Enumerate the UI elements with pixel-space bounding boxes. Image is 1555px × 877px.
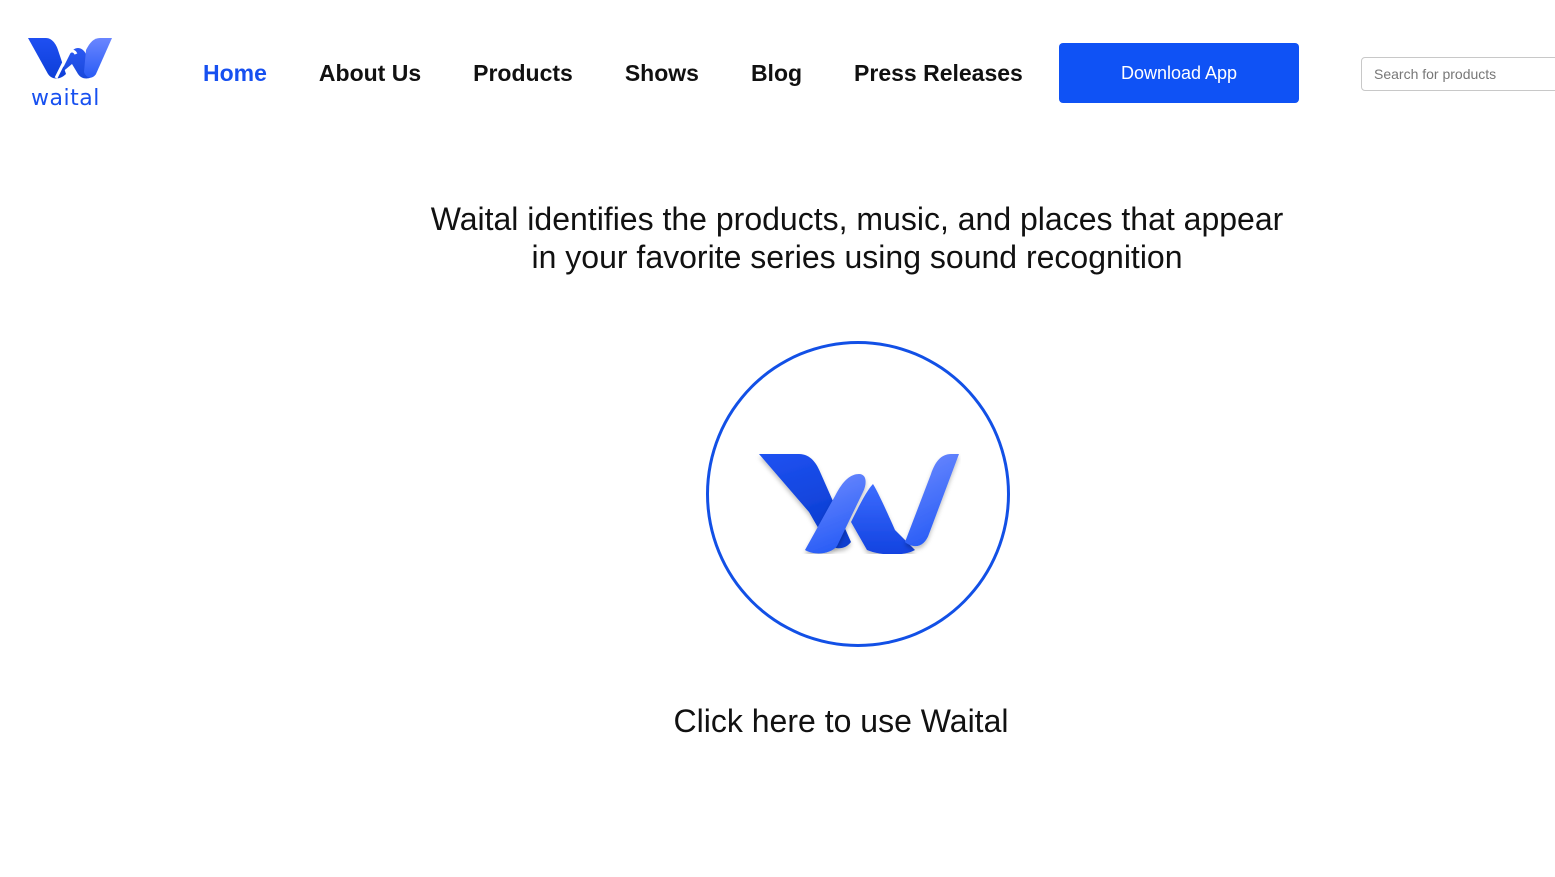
use-waital-link[interactable]: Click here to use Waital — [600, 703, 1082, 740]
nav-item-shows[interactable]: Shows — [625, 60, 699, 87]
main-nav: Home About Us Products Shows Blog Press … — [203, 57, 1075, 89]
nav-item-products[interactable]: Products — [473, 60, 573, 87]
listen-button[interactable] — [706, 341, 1010, 647]
brand-logo[interactable]: waital — [26, 36, 116, 116]
search-input[interactable] — [1361, 57, 1555, 91]
hero-tagline-line1: Waital identifies the products, music, a… — [430, 201, 1284, 237]
nav-item-blog[interactable]: Blog — [751, 60, 802, 87]
nav-item-press-releases[interactable]: Press Releases — [854, 60, 1023, 87]
hero-tagline-line2: in your favorite series using sound reco… — [531, 239, 1183, 275]
page: waital Home About Us Products Shows Blog… — [0, 0, 1555, 877]
waital-w-logo-icon — [28, 38, 112, 79]
nav-item-about-us[interactable]: About Us — [319, 60, 421, 87]
download-app-button[interactable]: Download App — [1059, 43, 1299, 103]
hero-tagline: Waital identifies the products, music, a… — [377, 200, 1337, 276]
nav-item-home[interactable]: Home — [203, 60, 267, 87]
waital-w-logo-icon — [759, 454, 959, 554]
brand-name: waital — [31, 86, 100, 111]
